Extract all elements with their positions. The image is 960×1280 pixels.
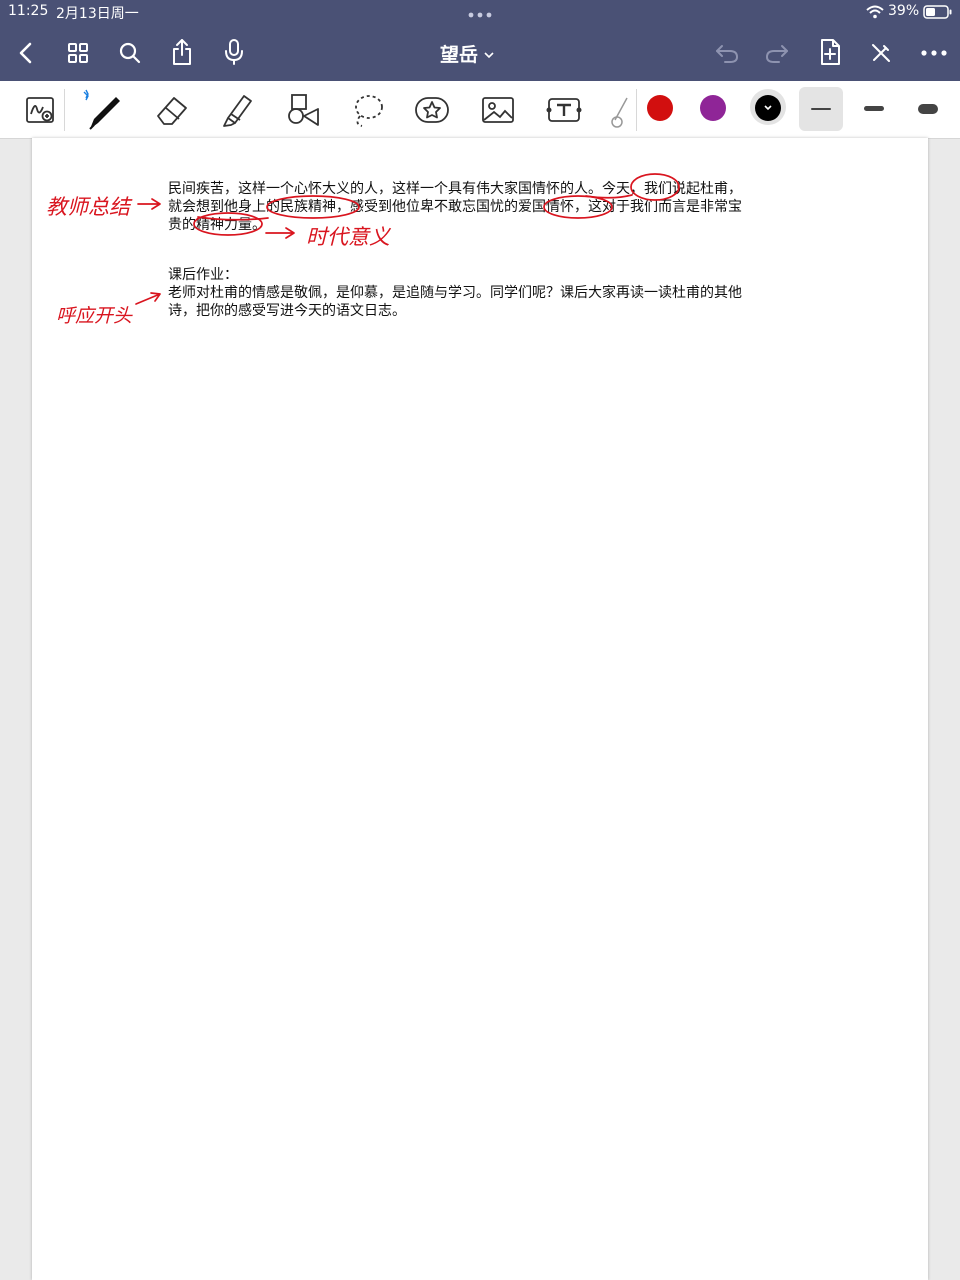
sticker-tool[interactable] — [408, 81, 456, 138]
handwriting-zoom-icon[interactable] — [22, 81, 60, 138]
undo-icon[interactable] — [712, 38, 742, 68]
status-time: 11:25 — [8, 3, 49, 19]
ink-arrow — [137, 198, 161, 210]
stroke-thin-option[interactable] — [799, 87, 843, 131]
multitask-dots-icon[interactable] — [466, 10, 494, 20]
ink-circle — [193, 212, 263, 236]
chevron-down-icon — [484, 44, 494, 63]
highlighter-tool[interactable] — [212, 81, 260, 138]
pen-off-icon[interactable] — [866, 38, 896, 68]
add-page-icon[interactable] — [816, 36, 844, 68]
text-tool[interactable] — [540, 81, 588, 138]
search-icon[interactable] — [116, 38, 144, 68]
document-title: 望岳 — [440, 43, 479, 66]
microphone-icon[interactable] — [220, 36, 248, 68]
image-tool[interactable] — [474, 81, 522, 138]
color-swatch-purple[interactable] — [700, 95, 726, 121]
laser-pointer-icon[interactable] — [604, 81, 632, 138]
status-date: 2月13日周一 — [56, 6, 139, 22]
lasso-tool[interactable] — [344, 81, 392, 138]
color-swatch-red[interactable] — [647, 95, 673, 121]
battery-percent: 39% — [888, 3, 920, 19]
battery-icon — [922, 4, 954, 20]
note-teacher-summary: 教师总结 — [46, 195, 133, 219]
stroke-medium-option[interactable] — [852, 87, 896, 131]
grid-view-icon[interactable] — [64, 38, 92, 68]
toolbar-divider — [636, 89, 637, 131]
top-nav-bar: 11:25 2月13日周一 39% 望岳 — [0, 0, 960, 81]
ink-arrow — [265, 227, 295, 239]
toolbar-divider — [64, 89, 65, 131]
note-era-meaning: 时代意义 — [306, 225, 392, 249]
ink-circle — [266, 195, 360, 219]
ink-circle — [630, 173, 680, 201]
pen-tool[interactable] — [78, 81, 128, 138]
eraser-tool[interactable] — [148, 81, 196, 138]
share-icon[interactable] — [168, 36, 196, 68]
note-echo-opening: 呼应开头 — [56, 305, 133, 327]
ink-annotations: 教师总结 时代意义 呼应开头 — [46, 173, 680, 327]
document-title-button[interactable]: 望岳 — [440, 38, 494, 68]
color-swatch-black[interactable] — [755, 95, 781, 121]
redo-icon[interactable] — [762, 38, 792, 68]
note-page[interactable]: 民间疾苦，这样一个心怀大义的人，这样一个具有伟大家国情怀的人。今天，我们说起杜甫… — [32, 138, 928, 1280]
ink-circle — [543, 195, 613, 219]
stroke-thick-option[interactable] — [906, 87, 950, 131]
back-chevron-icon[interactable] — [12, 38, 40, 68]
more-options-icon[interactable] — [918, 38, 950, 68]
shapes-tool[interactable] — [278, 81, 326, 138]
drawing-toolbar — [0, 81, 960, 139]
ink-arrow — [135, 292, 161, 305]
wifi-icon — [864, 4, 886, 20]
